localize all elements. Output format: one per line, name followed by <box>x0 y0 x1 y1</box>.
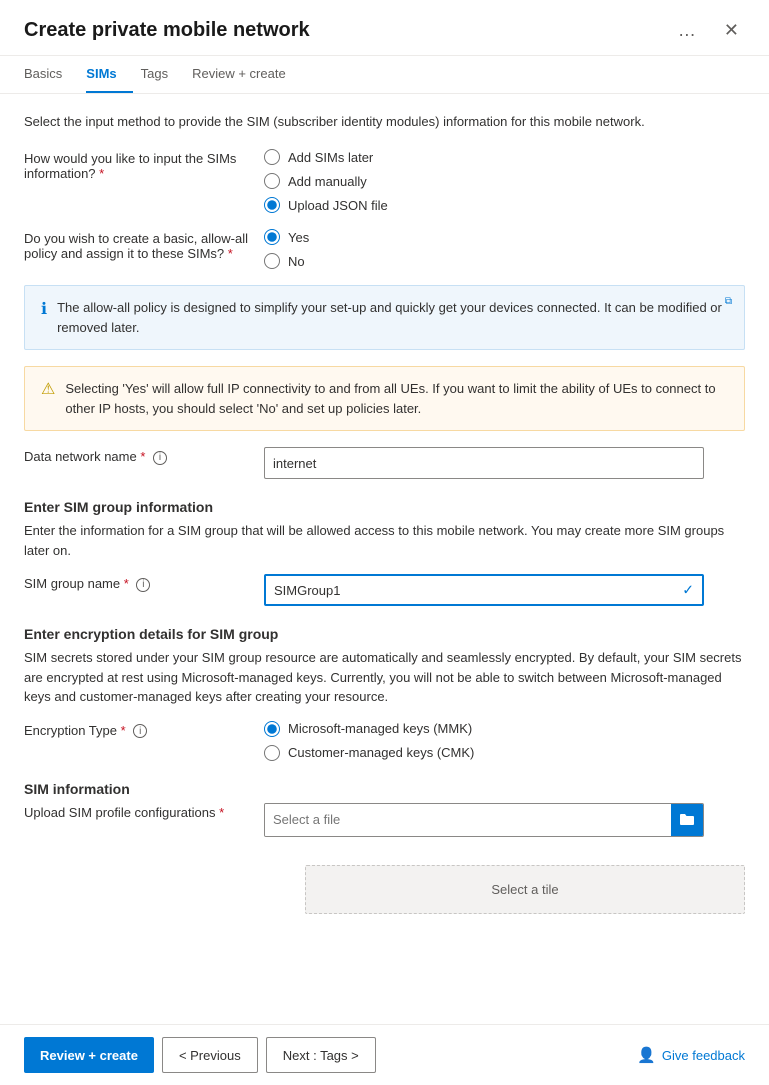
file-browse-button[interactable] <box>671 804 703 836</box>
radio-add-later-input[interactable] <box>264 149 280 165</box>
dialog-title: Create private mobile network <box>24 19 310 42</box>
warning-box: ⚠ Selecting 'Yes' will allow full IP con… <box>24 366 745 431</box>
file-input[interactable] <box>265 804 671 836</box>
info-box: ℹ The allow-all policy is designed to si… <box>24 285 745 350</box>
policy-group: Do you wish to create a basic, allow-all… <box>24 229 745 269</box>
info-circle-icon: ℹ <box>41 299 47 319</box>
radio-yes[interactable]: Yes <box>264 229 309 245</box>
upload-sim-group: Upload SIM profile configurations * <box>24 803 745 837</box>
sim-group-desc: Enter the information for a SIM group th… <box>24 521 745 560</box>
header-actions: … ✕ <box>672 18 745 43</box>
encryption-heading: Enter encryption details for SIM group <box>24 626 745 642</box>
radio-add-later[interactable]: Add SIMs later <box>264 149 388 165</box>
sim-input-method-group: How would you like to input the SIMs inf… <box>24 149 745 213</box>
folder-icon <box>679 812 695 828</box>
encryption-type-info-icon[interactable]: i <box>133 724 147 738</box>
sim-group-name-group: SIM group name * i ✓ <box>24 574 745 606</box>
radio-no[interactable]: No <box>264 253 309 269</box>
sim-input-required: * <box>99 166 104 181</box>
select-tile-notice: Select a tile <box>305 865 745 914</box>
radio-yes-input[interactable] <box>264 229 280 245</box>
encryption-type-label: Encryption Type * i <box>24 721 264 739</box>
tab-tags[interactable]: Tags <box>141 56 184 93</box>
sim-info-heading: SIM information <box>24 781 745 797</box>
radio-mmk[interactable]: Microsoft-managed keys (MMK) <box>264 721 474 737</box>
ellipsis-button[interactable]: … <box>672 18 702 43</box>
encryption-type-group: Encryption Type * i Microsoft-managed ke… <box>24 721 745 761</box>
dialog-header: Create private mobile network … ✕ <box>0 0 769 56</box>
encryption-radio-group: Microsoft-managed keys (MMK) Customer-ma… <box>264 721 474 761</box>
warning-text: Selecting 'Yes' will allow full IP conne… <box>65 379 728 418</box>
sim-input-radio-group: Add SIMs later Add manually Upload JSON … <box>264 149 388 213</box>
radio-cmk-input[interactable] <box>264 745 280 761</box>
tab-sims[interactable]: SIMs <box>86 56 132 93</box>
sim-group-name-label: SIM group name * i <box>24 574 264 592</box>
radio-cmk[interactable]: Customer-managed keys (CMK) <box>264 745 474 761</box>
radio-no-input[interactable] <box>264 253 280 269</box>
close-button[interactable]: ✕ <box>718 18 745 43</box>
data-network-group: Data network name * i <box>24 447 745 479</box>
policy-label: Do you wish to create a basic, allow-all… <box>24 229 264 261</box>
data-network-input[interactable] <box>264 447 704 479</box>
give-feedback-button[interactable]: 👤 Give feedback <box>637 1046 745 1064</box>
data-network-label: Data network name * i <box>24 447 264 465</box>
tab-review-create[interactable]: Review + create <box>192 56 302 93</box>
sim-group-name-info-icon[interactable]: i <box>136 578 150 592</box>
review-create-button[interactable]: Review + create <box>24 1037 154 1073</box>
upload-sim-label: Upload SIM profile configurations * <box>24 803 264 820</box>
footer: Review + create < Previous Next : Tags >… <box>0 1024 769 1085</box>
warning-triangle-icon: ⚠ <box>41 379 55 399</box>
data-network-info-icon[interactable]: i <box>153 451 167 465</box>
encryption-desc: SIM secrets stored under your SIM group … <box>24 648 745 707</box>
tab-basics[interactable]: Basics <box>24 56 78 93</box>
sim-group-name-dropdown-wrap: ✓ <box>264 574 704 606</box>
sim-group-name-input[interactable] <box>264 574 704 606</box>
radio-add-manually[interactable]: Add manually <box>264 173 388 189</box>
radio-mmk-input[interactable] <box>264 721 280 737</box>
file-input-wrap <box>264 803 704 837</box>
section-description: Select the input method to provide the S… <box>24 114 745 129</box>
policy-required: * <box>228 246 233 261</box>
dialog-container: Create private mobile network … ✕ Basics… <box>0 0 769 1085</box>
radio-add-manually-input[interactable] <box>264 173 280 189</box>
next-button[interactable]: Next : Tags > <box>266 1037 376 1073</box>
checkmark-icon: ✓ <box>682 582 694 599</box>
sim-group-heading: Enter SIM group information <box>24 499 745 515</box>
feedback-person-icon: 👤 <box>637 1046 656 1064</box>
sim-input-label: How would you like to input the SIMs inf… <box>24 149 264 181</box>
policy-radio-group: Yes No <box>264 229 309 269</box>
info-box-text: The allow-all policy is designed to simp… <box>57 298 728 337</box>
radio-upload-json-input[interactable] <box>264 197 280 213</box>
external-link-icon: ⧉ <box>725 296 732 307</box>
content-area: Select the input method to provide the S… <box>0 94 769 1024</box>
previous-button[interactable]: < Previous <box>162 1037 258 1073</box>
radio-upload-json[interactable]: Upload JSON file <box>264 197 388 213</box>
tabs-container: Basics SIMs Tags Review + create <box>0 56 769 94</box>
